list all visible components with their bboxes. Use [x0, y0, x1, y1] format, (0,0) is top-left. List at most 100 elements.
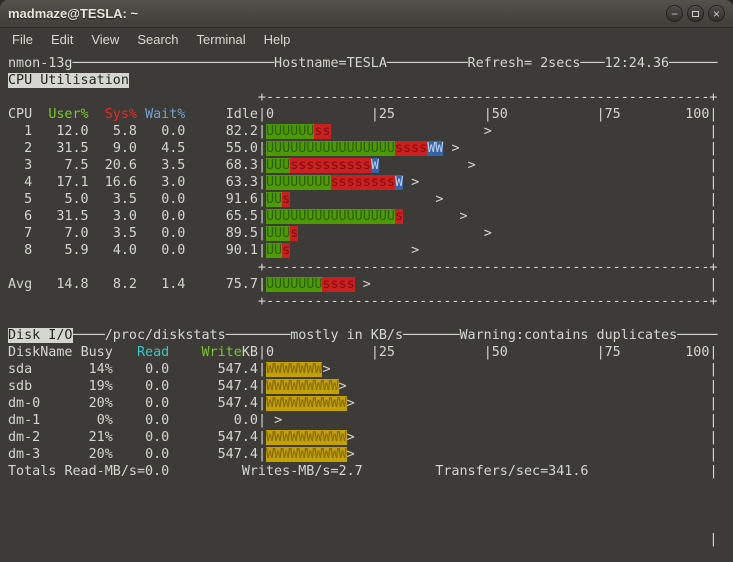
- bar-sys-segment: s: [282, 243, 290, 258]
- totals-read: Read-MB/s=0.0: [64, 464, 169, 479]
- cell-idle: 68.3: [226, 158, 258, 173]
- cpu-row-4: 4 17.1 16.6 3.0 63.3|UUUUUUUUssssssssW >…: [8, 174, 733, 191]
- menubar: File Edit View Search Terminal Help: [0, 28, 733, 50]
- cell-cpu: 3: [24, 158, 32, 173]
- cell-wait: 0.0: [161, 192, 185, 207]
- cell-diskname: dm-0: [8, 396, 40, 411]
- bar-write-segment: WWWWWWWWW: [266, 379, 339, 394]
- cell-cpu: 8: [24, 243, 32, 258]
- cell-write: 547.4: [218, 396, 258, 411]
- peak-marker: >: [363, 277, 371, 292]
- menu-item-edit[interactable]: Edit: [42, 30, 82, 49]
- disk-row-sda: sda 14% 0.0 547.4|WWWWWWW> |: [8, 361, 733, 378]
- chart-right-border: |: [709, 226, 717, 241]
- bar-write-segment: WWWWWWWWWW: [266, 396, 347, 411]
- disk-row-dm-0: dm-0 20% 0.0 547.4|WWWWWWWWWW> |: [8, 395, 733, 412]
- cell-sys: 4.0: [113, 243, 137, 258]
- cell-diskname: dm-1: [8, 413, 40, 428]
- close-button[interactable]: ×: [708, 5, 725, 22]
- screen-right-border: |: [709, 532, 717, 547]
- bar-sys-segment: ss: [314, 124, 330, 139]
- cell-read: 0.0: [145, 362, 169, 377]
- rule: ──────────: [387, 56, 468, 71]
- disk-warning: Warning:contains duplicates: [460, 328, 678, 343]
- cell-write: 547.4: [218, 430, 258, 445]
- col-header-busy: Busy: [81, 345, 113, 360]
- menu-item-search[interactable]: Search: [128, 30, 187, 49]
- rule: ──────: [669, 56, 717, 71]
- totals-transfers: Transfers/sec=341.6: [435, 464, 588, 479]
- maximize-button[interactable]: [687, 5, 704, 22]
- axis-tick-75: |75: [597, 107, 621, 122]
- cpu-row-3: 3 7.5 20.6 3.5 68.3|UUUssssssssssW > |: [8, 157, 733, 174]
- peak-marker: >: [274, 413, 282, 428]
- bar-user-segment: UU: [266, 192, 282, 207]
- menu-item-help[interactable]: Help: [255, 30, 300, 49]
- cell-wait: 0.0: [161, 124, 185, 139]
- cell-read: 0.0: [145, 413, 169, 428]
- chart-border: +---------------------------------------…: [258, 294, 718, 309]
- chart-right-border: |: [709, 447, 717, 462]
- cell-user: 12.0: [56, 124, 88, 139]
- cell-busy: 21%: [89, 430, 113, 445]
- disk-row-sdb: sdb 19% 0.0 547.4|WWWWWWWWW> |: [8, 378, 733, 395]
- cell-user: 31.5: [56, 209, 88, 224]
- chart-left-border: |: [258, 124, 266, 139]
- axis-tick-25: |25: [371, 107, 395, 122]
- axis-tick-50: |50: [484, 345, 508, 360]
- cpu-table-header: CPU User% Sys% Wait% Idle|0 |25 |50 |75 …: [8, 106, 733, 123]
- bar-sys-segment: ssssssssss: [290, 158, 371, 173]
- axis-tick-0: |0: [258, 107, 274, 122]
- bar-wait-segment: W: [371, 158, 379, 173]
- cell-wait: 0.0: [161, 209, 185, 224]
- col-header-kb: KB: [242, 345, 258, 360]
- cell-busy: 20%: [89, 447, 113, 462]
- minimize-button[interactable]: −: [666, 5, 683, 22]
- titlebar[interactable]: madmaze@TESLA: ~ − ×: [0, 0, 733, 28]
- cell-idle: 82.2: [226, 124, 258, 139]
- bar-user-segment: UUU: [266, 158, 290, 173]
- bar-write-segment: WWWWWWW: [266, 362, 322, 377]
- axis-tick-25: |25: [371, 345, 395, 360]
- menu-item-terminal[interactable]: Terminal: [188, 30, 255, 49]
- menu-item-view[interactable]: View: [82, 30, 128, 49]
- cell-idle: 75.7: [226, 277, 258, 292]
- cpu-avg-row: Avg 14.8 8.2 1.4 75.7|UUUUUUUssss > |: [8, 276, 733, 293]
- nmon-banner-line: nmon-13g─────────────────────────Hostnam…: [8, 55, 733, 72]
- menu-item-file[interactable]: File: [3, 30, 42, 49]
- disk-section-title: Disk I/O: [8, 328, 73, 343]
- cpu-chart-bottom-border: +---------------------------------------…: [8, 293, 733, 310]
- cell-diskname: dm-2: [8, 430, 40, 445]
- chart-left-border: |: [258, 175, 266, 190]
- chart-left-border: |: [258, 379, 266, 394]
- bar-sys-segment: ssss: [395, 141, 427, 156]
- disk-row-dm-3: dm-3 20% 0.0 547.4|WWWWWWWWWW> |: [8, 446, 733, 463]
- cell-idle: 65.5: [226, 209, 258, 224]
- chart-right-border: |: [709, 413, 717, 428]
- axis-tick-100: 100|: [685, 107, 717, 122]
- cpu-row-7: 7 7.0 3.5 0.0 89.5|UUUs > |: [8, 225, 733, 242]
- minimize-icon: −: [671, 8, 678, 20]
- cell-user: 7.0: [64, 226, 88, 241]
- col-header-sys: Sys%: [105, 107, 137, 122]
- cell-cpu: 7: [24, 226, 32, 241]
- rule: ─────────────────────────: [73, 56, 275, 71]
- window-controls: − ×: [666, 5, 725, 22]
- rule: ─────: [677, 328, 717, 343]
- peak-marker: >: [347, 396, 355, 411]
- cpu-row-8: 8 5.9 4.0 0.0 90.1|UUs > |: [8, 242, 733, 259]
- cell-wait: 4.5: [161, 141, 185, 156]
- terminal-screen[interactable]: nmon-13g─────────────────────────Hostnam…: [0, 50, 733, 548]
- cell-sys: 3.0: [113, 209, 137, 224]
- chart-right-border: |: [709, 362, 717, 377]
- cpu-row-6: 6 31.5 3.0 0.0 65.5|UUUUUUUUUUUUUUUUs > …: [8, 208, 733, 225]
- rule: ───────: [403, 328, 459, 343]
- bar-user-segment: UUUUUUUU: [266, 175, 331, 190]
- chart-right-border: |: [709, 379, 717, 394]
- cell-write: 547.4: [218, 362, 258, 377]
- chart-right-border: |: [709, 124, 717, 139]
- cell-user: 7.5: [64, 158, 88, 173]
- cell-write: 0.0: [234, 413, 258, 428]
- window-title: madmaze@TESLA: ~: [8, 6, 138, 21]
- cell-wait: 3.5: [161, 158, 185, 173]
